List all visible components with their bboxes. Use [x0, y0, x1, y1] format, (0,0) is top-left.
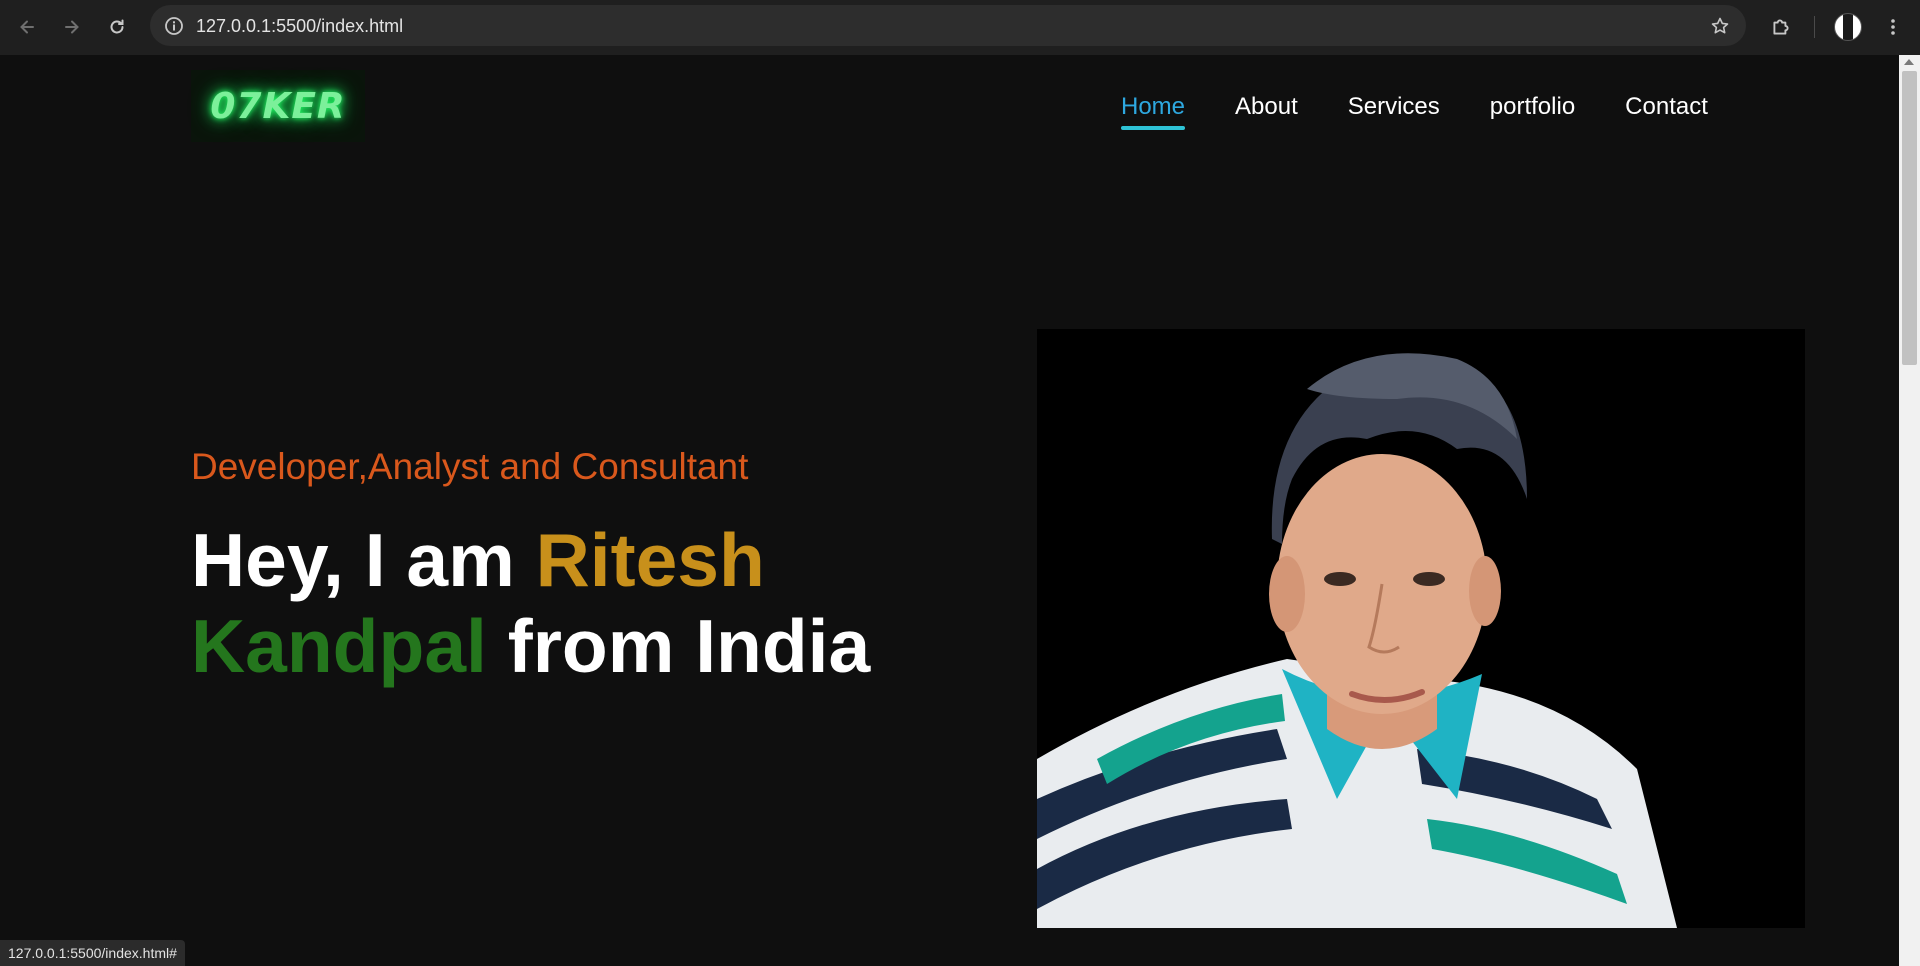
hero-headline: Hey, I am Ritesh Kandpal from India	[191, 517, 991, 689]
address-bar[interactable]: 127.0.0.1:5500/index.html	[150, 5, 1746, 46]
headline-suffix: from India	[486, 604, 871, 688]
profile-photo	[1037, 329, 1805, 928]
logo-text: 07KER	[210, 85, 346, 127]
headline-greeting: Hey, I am	[191, 518, 536, 602]
url-text[interactable]: 127.0.0.1:5500/index.html	[196, 15, 403, 37]
star-icon[interactable]	[1708, 14, 1732, 38]
site-logo[interactable]: 07KER	[191, 70, 365, 142]
vertical-scrollbar[interactable]	[1899, 55, 1920, 966]
nav-contact[interactable]: Contact	[1625, 90, 1708, 124]
nav-services[interactable]: Services	[1348, 90, 1440, 124]
nav-about[interactable]: About	[1235, 90, 1298, 124]
headline-first-name: Ritesh	[535, 518, 765, 602]
headline-last-name: Kandpal	[191, 604, 487, 688]
hero-tagline: Developer,Analyst and Consultant	[191, 446, 749, 487]
nav-portfolio[interactable]: portfolio	[1490, 90, 1575, 124]
profile-avatar[interactable]	[1834, 13, 1862, 41]
puzzle-icon[interactable]	[1766, 12, 1796, 42]
more-vertical-icon[interactable]	[1878, 12, 1908, 42]
scroll-up-arrow-icon[interactable]	[1904, 59, 1914, 65]
status-url-bubble: 127.0.0.1:5500/index.html#	[0, 940, 185, 966]
browser-toolbar: 127.0.0.1:5500/index.html	[0, 0, 1920, 55]
toolbar-divider	[1814, 16, 1815, 38]
main-navigation: Home About Services portfolio Contact	[1121, 90, 1708, 130]
reload-icon[interactable]	[102, 12, 132, 42]
page-viewport: 07KER Home About Services portfolio Cont…	[0, 55, 1899, 966]
back-arrow-icon[interactable]	[12, 12, 42, 42]
scrollbar-thumb[interactable]	[1902, 71, 1917, 365]
nav-home[interactable]: Home	[1121, 90, 1186, 130]
forward-arrow-icon[interactable]	[57, 12, 87, 42]
info-icon[interactable]	[162, 14, 186, 38]
